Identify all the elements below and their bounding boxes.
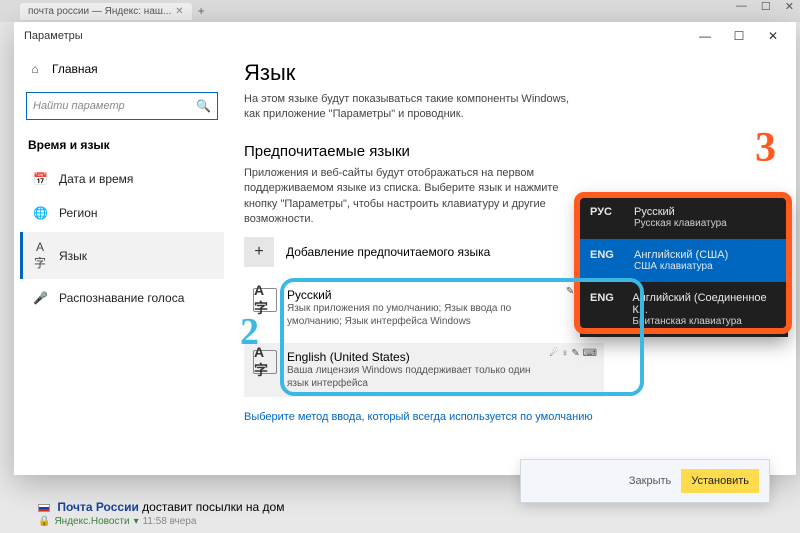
- page-title: Язык: [244, 60, 774, 86]
- toast-close-button[interactable]: Закрыть: [629, 475, 671, 487]
- news-headline-bold: Почта России: [57, 500, 139, 514]
- ime-option-english-uk[interactable]: ENG Английский (Соединенное К... Британс…: [580, 282, 788, 337]
- window-title: Параметры: [24, 30, 83, 42]
- sidebar-section-title: Время и язык: [20, 134, 224, 160]
- sidebar-item-label: Регион: [59, 206, 98, 220]
- plus-icon[interactable]: +: [244, 237, 274, 267]
- language-feature-icons: ☄ ♀ ✎ ⌨: [549, 348, 597, 359]
- ime-keyboard: Британская клавиатура: [632, 316, 778, 327]
- search-icon: 🔍: [196, 99, 211, 113]
- browser-tab[interactable]: почта россии — Яндекс: наш... ✕: [20, 3, 192, 20]
- sidebar-item-speech[interactable]: 🎤 Распознавание голоса: [20, 283, 224, 313]
- preferred-languages-desc: Приложения и веб-сайты будут отображатьс…: [244, 166, 584, 228]
- calendar-icon: 📅: [33, 172, 47, 186]
- toast-install-button[interactable]: Установить: [681, 469, 759, 493]
- language-icon: A字: [33, 240, 47, 271]
- home-icon: ⌂: [28, 62, 42, 76]
- window-titlebar: Параметры — ☐ ✕: [14, 22, 796, 50]
- sidebar-home-label: Главная: [52, 62, 98, 76]
- ime-option-russian[interactable]: РУС Русский Русская клавиатура: [580, 196, 788, 239]
- preferred-languages-heading: Предпочитаемые языки: [244, 143, 774, 160]
- language-name: English (United States): [287, 350, 547, 364]
- search-input[interactable]: [33, 100, 196, 112]
- language-card-english-us[interactable]: A字 English (United States) Ваша лицензия…: [244, 343, 604, 397]
- sidebar-item-label: Распознавание голоса: [59, 291, 184, 305]
- ime-option-english-us[interactable]: ENG Английский (США) США клавиатура: [580, 239, 788, 282]
- ime-keyboard: Русская клавиатура: [634, 218, 727, 229]
- ime-code: ENG: [590, 292, 622, 304]
- news-time: 11:58 вчера: [143, 516, 197, 527]
- sidebar-item-date-time[interactable]: 📅 Дата и время: [20, 164, 224, 194]
- ime-language: Английский (США): [634, 249, 728, 261]
- new-tab-button[interactable]: +: [198, 4, 205, 18]
- browser-tabstrip: почта россии — Яндекс: наш... ✕ +: [0, 0, 800, 22]
- language-subtitle: Ваша лицензия Windows поддерживает тольк…: [287, 364, 547, 390]
- window-maximize-button[interactable]: ☐: [722, 29, 756, 43]
- add-language-label: Добавление предпочитаемого языка: [286, 245, 490, 259]
- browser-window-controls: — ☐ ✕: [736, 0, 794, 13]
- ime-language: Английский (Соединенное К...: [632, 292, 778, 316]
- ime-language: Русский: [634, 206, 727, 218]
- tab-title: почта россии — Яндекс: наш...: [28, 6, 171, 17]
- sidebar-item-label: Дата и время: [59, 172, 133, 186]
- news-source: Яндекс.Новости: [54, 516, 129, 527]
- sidebar-home[interactable]: ⌂ Главная: [20, 56, 224, 82]
- news-headline-rest: доставит посылки на дом: [139, 500, 285, 514]
- window-close-button[interactable]: ✕: [756, 29, 790, 43]
- default-input-method-link[interactable]: Выберите метод ввода, который всегда исп…: [244, 411, 593, 423]
- minimize-icon[interactable]: —: [736, 0, 747, 13]
- russia-flag-icon: [38, 504, 50, 512]
- sidebar-item-region[interactable]: 🌐 Регион: [20, 198, 224, 228]
- sidebar-item-label: Язык: [59, 249, 87, 263]
- language-glyph-icon: A字: [253, 288, 277, 312]
- language-card-russian[interactable]: A字 Русский Язык приложения по умолчанию;…: [244, 281, 604, 335]
- sidebar-item-language[interactable]: A字 Язык: [20, 232, 224, 279]
- language-subtitle: Язык приложения по умолчанию; Язык ввода…: [287, 302, 547, 328]
- close-tab-icon[interactable]: ✕: [175, 6, 183, 17]
- ime-code: РУС: [590, 206, 624, 218]
- install-toast: Закрыть Установить: [520, 459, 770, 503]
- close-icon[interactable]: ✕: [785, 0, 794, 13]
- news-snippet[interactable]: Почта России доставит посылки на дом 🔒 Я…: [38, 500, 284, 527]
- window-minimize-button[interactable]: —: [688, 29, 722, 43]
- ime-keyboard: США клавиатура: [634, 261, 728, 272]
- globe-icon: 🌐: [33, 206, 47, 220]
- page-description: На этом языке будут показываться такие к…: [244, 92, 574, 123]
- language-name: Русский: [287, 288, 547, 302]
- input-language-flyout: РУС Русский Русская клавиатура ENG Англи…: [580, 196, 788, 337]
- settings-sidebar: ⌂ Главная 🔍 Время и язык 📅 Дата и время …: [14, 50, 234, 475]
- annotation-number-2: 2: [240, 310, 259, 354]
- ime-code: ENG: [590, 249, 624, 261]
- microphone-icon: 🎤: [33, 291, 47, 305]
- maximize-icon[interactable]: ☐: [761, 0, 771, 13]
- settings-search[interactable]: 🔍: [26, 92, 218, 120]
- annotation-number-3: 3: [755, 124, 776, 172]
